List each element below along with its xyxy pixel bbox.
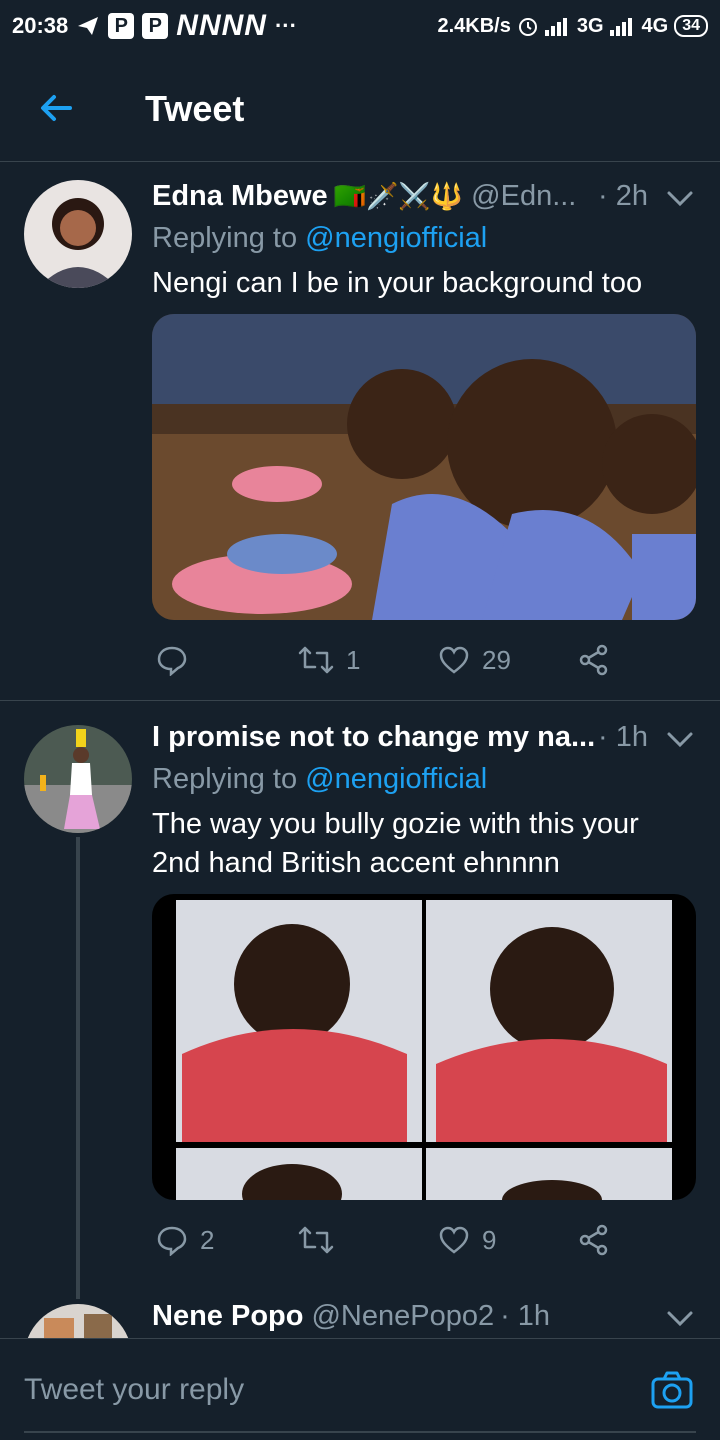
tweet-header: I promise not to change my na...: [152, 721, 595, 754]
reply-count: 2: [200, 1224, 215, 1255]
app-header: Tweet: [0, 52, 720, 162]
battery-indicator: 34: [674, 15, 708, 37]
tweet-image[interactable]: [152, 314, 696, 620]
tweet-image[interactable]: [152, 894, 696, 1200]
tweet-header: Edna Mbewe 🇿🇲🗡️⚔️🔱 @Edn...: [152, 180, 576, 213]
retweet-button[interactable]: [298, 1225, 346, 1255]
reply-composer: Tweet your reply: [0, 1338, 720, 1440]
reply-button[interactable]: 2: [156, 1224, 214, 1256]
heart-icon: [439, 1226, 469, 1254]
author-name[interactable]: I promise not to change my na...: [152, 721, 595, 754]
avatar[interactable]: [24, 725, 132, 833]
tweet-actions: 2 9: [152, 1220, 632, 1260]
tweet-time: · 1h: [500, 1300, 551, 1332]
telegram-icon: [78, 17, 99, 35]
tweet-text: Nengi can I be in your background too: [152, 267, 643, 299]
more-notifications: ···: [274, 13, 297, 38]
chevron-down-icon[interactable]: [666, 1310, 694, 1328]
tweet-header: Nene Popo @NenePopo2 · 1h: [152, 1300, 550, 1333]
like-count: 29: [482, 644, 511, 675]
page-title: Tweet: [145, 88, 245, 129]
tweet[interactable]: Edna Mbewe 🇿🇲🗡️⚔️🔱 @Edn... · 2h Replying…: [0, 162, 720, 700]
chevron-down-icon[interactable]: [666, 731, 694, 749]
heart-icon: [439, 646, 469, 674]
tweet-text: The way you bully gozie with this your 2…: [152, 808, 639, 879]
like-button[interactable]: 9: [438, 1225, 496, 1256]
replying-to: Replying to @nengiofficial: [152, 763, 487, 796]
name-emojis: 🇿🇲🗡️⚔️🔱: [333, 181, 464, 211]
share-button[interactable]: [578, 644, 610, 676]
clock: 20:38: [12, 13, 69, 38]
camera-icon[interactable]: [650, 1369, 694, 1413]
mention-link[interactable]: @nengiofficial: [305, 763, 487, 795]
like-button[interactable]: 29: [438, 645, 511, 676]
comment-icon: [157, 1226, 187, 1256]
tweet[interactable]: Nene Popo @NenePopo2 · 1h: [0, 1300, 720, 1338]
share-icon: [579, 644, 608, 676]
p-app-icon: P: [108, 13, 135, 39]
thread-line: [76, 837, 80, 1299]
signal-icon: [544, 18, 567, 36]
signal-icon: [609, 18, 632, 36]
input-underline: [24, 1431, 696, 1433]
avatar[interactable]: [24, 180, 132, 288]
p-app-icon: P: [142, 13, 169, 39]
retweet-icon: [298, 1226, 334, 1254]
replying-to: Replying to @nengiofficial: [152, 222, 487, 255]
alarm-icon: [518, 18, 537, 36]
network-type-1: 3G: [576, 14, 604, 37]
author-name[interactable]: Edna Mbewe: [152, 180, 328, 213]
retweet-count: 1: [346, 644, 361, 675]
retweet-button[interactable]: 1: [298, 645, 360, 676]
tweet-time: · 2h: [598, 180, 648, 212]
chevron-down-icon[interactable]: [666, 190, 694, 208]
reply-button[interactable]: [156, 644, 200, 676]
tweet[interactable]: I promise not to change my na... · 1h Re…: [0, 701, 720, 1301]
mention-link[interactable]: @nengiofficial: [305, 222, 487, 254]
avatar[interactable]: [24, 1304, 132, 1338]
comment-icon: [157, 646, 187, 676]
tweet-actions: 1 29: [152, 640, 632, 680]
share-button[interactable]: [578, 1224, 610, 1256]
status-bar: 20:38 P P NNNN ··· 2.4KB/s 3G 4G 34: [0, 0, 720, 52]
like-count: 9: [482, 1224, 497, 1255]
share-icon: [579, 1224, 608, 1256]
reply-input[interactable]: Tweet your reply: [24, 1373, 244, 1407]
network-type-2: 4G: [641, 14, 669, 37]
tweet-time: · 1h: [598, 721, 648, 753]
retweet-icon: [298, 646, 334, 674]
author-handle[interactable]: @Edn...: [471, 180, 576, 213]
netflix-notification-icons: NNNN: [176, 9, 267, 42]
replying-prefix: Replying to: [152, 763, 298, 795]
network-speed: 2.4KB/s: [437, 14, 511, 37]
arrow-left-icon[interactable]: [36, 88, 76, 128]
author-name[interactable]: Nene Popo: [152, 1300, 303, 1333]
author-handle[interactable]: @NenePopo2: [311, 1300, 494, 1333]
replying-prefix: Replying to: [152, 222, 298, 254]
